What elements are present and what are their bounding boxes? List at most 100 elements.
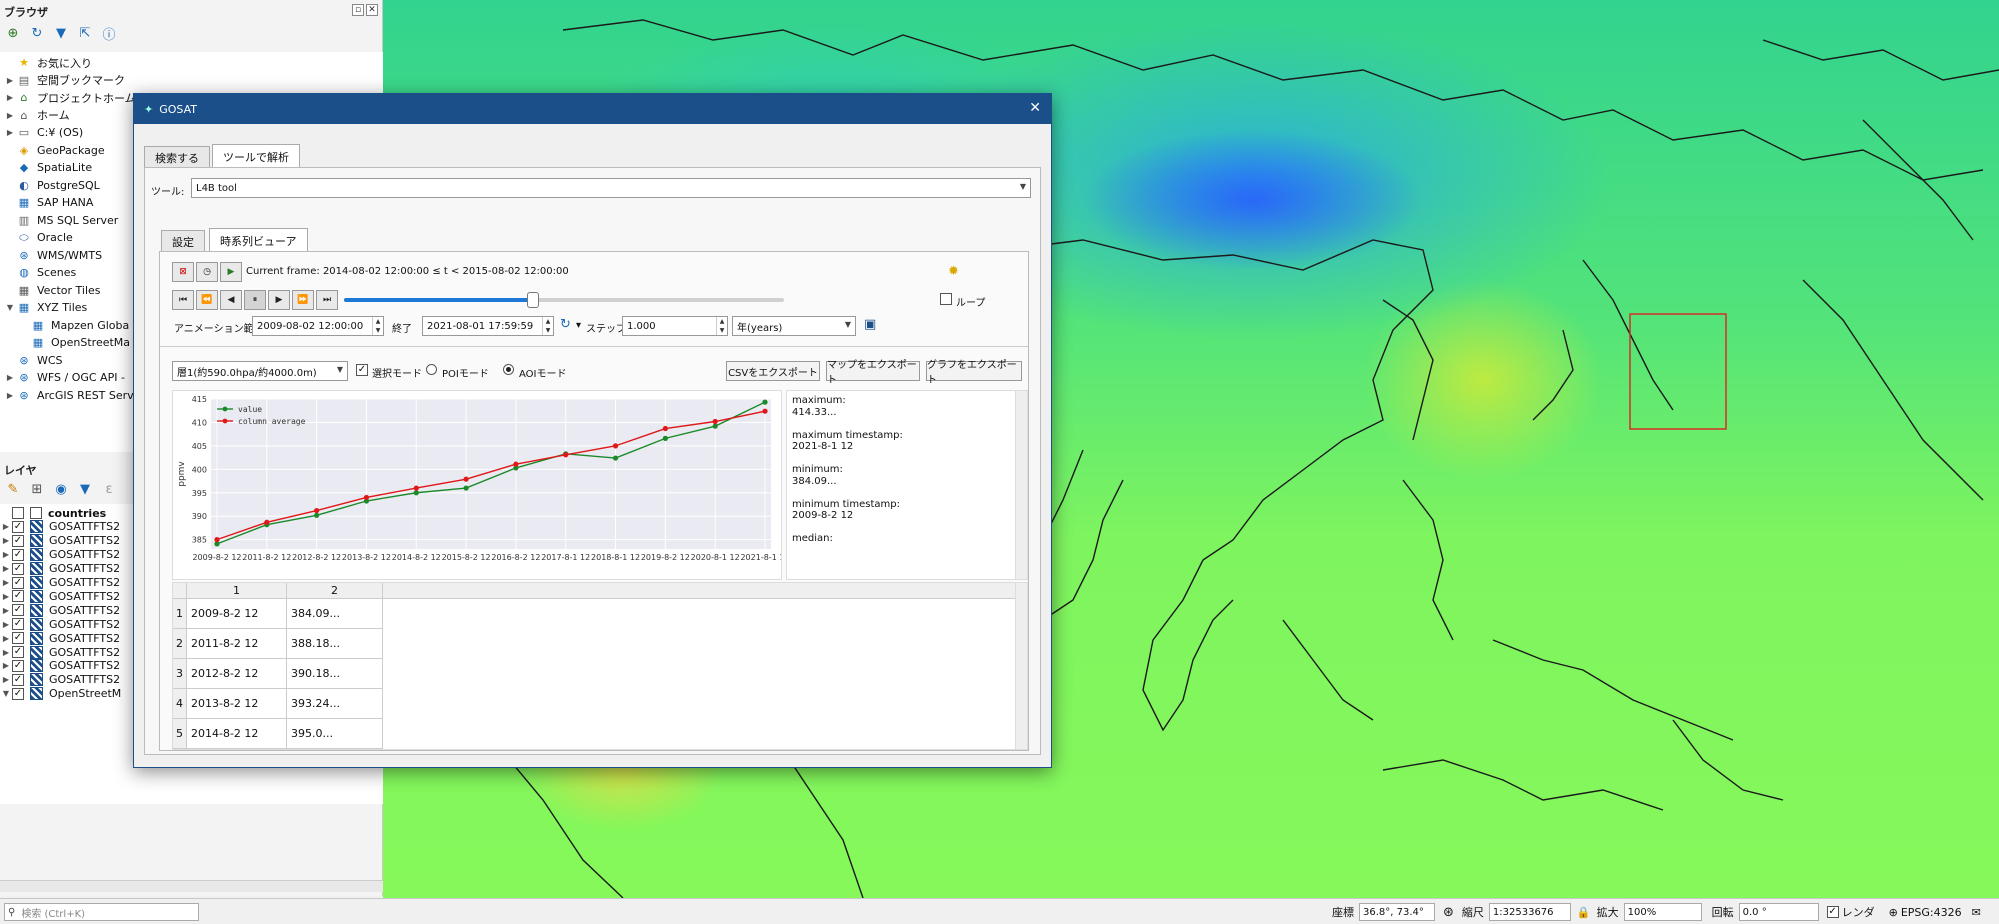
table-row-header[interactable]: 3 xyxy=(173,659,187,689)
horizontal-scrollbar[interactable] xyxy=(0,880,383,892)
pause-icon[interactable]: ⏸ xyxy=(244,290,266,310)
browser-item[interactable]: ▶ ⊛ ArcGIS REST Serv xyxy=(4,387,134,405)
browser-item[interactable]: ⬭ Oracle xyxy=(4,229,73,247)
close-icon[interactable]: ✕ xyxy=(1029,100,1041,116)
spin-arrows-icon[interactable]: ▲ ▼ xyxy=(542,317,553,335)
layer-visibility-checkbox[interactable]: ✓ xyxy=(12,646,24,658)
info-icon[interactable]: ⓘ xyxy=(100,24,118,43)
spin-arrows-icon[interactable]: ▲ ▼ xyxy=(372,317,383,335)
layer-level-select[interactable]: 層1(約590.0hpa/約4000.0m) ▼ xyxy=(172,361,348,381)
browser-item[interactable]: ★ お気に入り xyxy=(4,54,92,72)
collapse-all-icon[interactable]: ⇱ xyxy=(76,24,94,42)
poi-mode-radio[interactable] xyxy=(426,364,441,378)
layer-row[interactable]: ▶ ✓ GOSATTFTS2 xyxy=(0,562,120,576)
chevron-right-icon[interactable]: ▶ xyxy=(0,606,12,615)
chevron-right-icon[interactable]: ▶ xyxy=(0,661,12,670)
animation-end-field[interactable]: 2021-08-01 17:59:59 ▲ ▼ xyxy=(422,316,554,336)
select-mode-checkbox[interactable]: ✓ xyxy=(356,364,368,376)
dialog-titlebar[interactable]: ✦ GOSAT ✕ xyxy=(134,94,1051,124)
layer-row[interactable]: ▶ ✓ GOSATTFTS2 xyxy=(0,631,120,645)
browser-item[interactable]: ▼ ▦ XYZ Tiles xyxy=(4,299,87,317)
step-forward-icon[interactable]: ⏩ xyxy=(292,290,314,310)
layer-visibility-checkbox[interactable]: ✓ xyxy=(12,534,24,547)
play-backward-icon[interactable]: ◀ xyxy=(220,290,242,310)
play-forward-icon[interactable]: ▶ xyxy=(268,290,290,310)
chevron-right-icon[interactable]: ▶ xyxy=(0,564,12,573)
layer-visibility-checkbox[interactable]: ✓ xyxy=(12,562,24,575)
layer-visibility-checkbox[interactable]: ✓ xyxy=(12,618,24,631)
layer-row[interactable]: ▶ ✓ GOSATTFTS2 xyxy=(0,534,120,548)
chevron-right-icon[interactable]: ▶ xyxy=(0,578,12,587)
chevron-right-icon[interactable]: ▶ xyxy=(0,620,12,629)
browser-item[interactable]: ▦ OpenStreetMa xyxy=(18,334,130,352)
chevron-right-icon[interactable]: ▶ xyxy=(4,391,16,400)
chevron-right-icon[interactable]: ▶ xyxy=(0,675,12,684)
aoi-rectangle[interactable] xyxy=(1629,313,1727,430)
float-panel-icon[interactable]: ▫ xyxy=(352,4,364,16)
browser-item[interactable]: ⊛ WCS xyxy=(4,352,62,370)
layer-row[interactable]: ▶ ✓ GOSATTFTS2 xyxy=(0,589,120,603)
chevron-right-icon[interactable]: ▶ xyxy=(0,550,12,559)
lock-scale-icon[interactable]: 🔒 xyxy=(1577,906,1591,919)
refresh-icon[interactable]: ↻ xyxy=(28,24,46,42)
chevron-right-icon[interactable]: ▶ xyxy=(0,592,12,601)
layer-row[interactable]: ▶ ✓ GOSATTFTS2 xyxy=(0,520,120,534)
tab-search[interactable]: 検索する xyxy=(144,146,210,168)
browser-item[interactable]: ▶ ⊛ WFS / OGC API - xyxy=(4,369,125,387)
layer-visibility-checkbox[interactable]: ✓ xyxy=(12,548,24,561)
save-icon[interactable]: ▣ xyxy=(864,317,876,332)
add-group-icon[interactable]: ⊞ xyxy=(28,480,46,498)
layer-visibility-checkbox[interactable]: ✓ xyxy=(12,604,24,617)
browser-item[interactable]: ▶ ⌂ ホーム xyxy=(4,107,70,125)
browser-item[interactable]: ◆ SpatiaLite xyxy=(4,159,92,177)
settings-sun-icon[interactable]: ✹ xyxy=(948,264,959,279)
timeline-slider[interactable] xyxy=(344,292,784,308)
chevron-right-icon[interactable]: ▶ xyxy=(4,76,16,85)
layer-visibility-checkbox[interactable]: ✓ xyxy=(12,632,24,645)
table-row-header[interactable]: 2 xyxy=(173,629,187,659)
layer-row[interactable]: ▶ ✓ GOSATTFTS2 xyxy=(0,548,120,562)
sync-refresh-icon[interactable]: ↻ xyxy=(560,317,571,332)
tool-select[interactable]: L4B tool ▼ xyxy=(191,178,1031,198)
layer-row[interactable]: ▶ ✓ GOSATTFTS2 xyxy=(0,645,120,659)
layer-visibility-checkbox[interactable]: ✓ xyxy=(12,520,24,533)
table-column-header[interactable]: 1 xyxy=(187,583,287,599)
skip-to-start-icon[interactable]: ⏮ xyxy=(172,290,194,310)
tab-timeseries-viewer[interactable]: 時系列ビューア xyxy=(209,228,308,252)
browser-item[interactable]: ◈ GeoPackage xyxy=(4,142,105,160)
browser-item[interactable]: ⊛ WMS/WMTS xyxy=(4,247,102,265)
chevron-right-icon[interactable]: ▶ xyxy=(4,93,16,102)
chevron-right-icon[interactable]: ▶ xyxy=(4,128,16,137)
browser-item[interactable]: ◍ Scenes xyxy=(4,264,76,282)
table-scrollbar[interactable] xyxy=(1015,583,1027,749)
export-csv-button[interactable]: CSVをエクスポート xyxy=(726,361,820,381)
zoom-field[interactable]: 100% xyxy=(1623,903,1702,921)
step-unit-select[interactable]: 年(years) ▼ xyxy=(732,316,856,336)
scale-field[interactable]: 1:32533676 xyxy=(1488,903,1571,921)
chevron-right-icon[interactable]: ▶ xyxy=(0,522,12,531)
render-checkbox[interactable]: ✓ xyxy=(1826,906,1839,918)
browser-item[interactable]: ▦ Mapzen Globa xyxy=(18,317,129,335)
tab-tool-analysis[interactable]: ツールで解析 xyxy=(212,144,300,168)
layer-row[interactable]: ▶ ✓ GOSATTFTS2 xyxy=(0,603,120,617)
layer-visibility-checkbox[interactable] xyxy=(12,507,24,519)
timeline-slider-handle[interactable] xyxy=(527,292,540,308)
style-icon[interactable]: ✎ xyxy=(4,480,22,498)
expression-filter-icon[interactable]: ε xyxy=(100,480,118,498)
chevron-right-icon[interactable]: ▶ xyxy=(0,634,12,643)
loop-checkbox[interactable] xyxy=(940,293,952,305)
step-back-icon[interactable]: ⏪ xyxy=(196,290,218,310)
browser-item[interactable]: ▦ Vector Tiles xyxy=(4,282,101,300)
browser-item[interactable]: ▶ ▭ C:¥ (OS) xyxy=(4,124,83,142)
export-graph-button[interactable]: グラフをエクスポート xyxy=(926,360,1022,386)
chevron-right-icon[interactable]: ▶ xyxy=(0,648,12,657)
rotation-field[interactable]: 0.0 ° xyxy=(1738,903,1819,921)
table-row-header[interactable]: 4 xyxy=(173,689,187,719)
spin-arrows-icon[interactable]: ▲ ▼ xyxy=(716,317,727,335)
visibility-icon[interactable]: ◉ xyxy=(52,480,70,498)
animation-start-field[interactable]: 2009-08-02 12:00:00 ▲ ▼ xyxy=(252,316,384,336)
add-layer-icon[interactable]: ⊕ xyxy=(4,24,22,42)
table-row-header[interactable]: 1 xyxy=(173,599,187,629)
clock-icon[interactable]: ◷ xyxy=(196,262,218,282)
chevron-right-icon[interactable]: ▶ xyxy=(0,536,12,545)
